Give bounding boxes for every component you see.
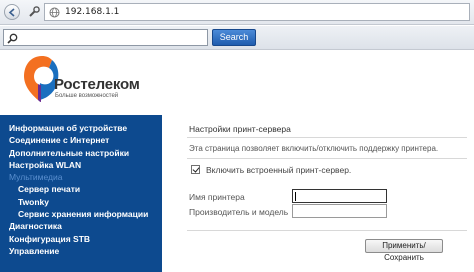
- manufacturer-label: Производитель и модель: [189, 207, 289, 217]
- sidebar-item-twonky[interactable]: Twonky: [0, 196, 162, 208]
- tools-icon[interactable]: [27, 5, 41, 19]
- page-title: Настройки принт-сервера: [189, 124, 291, 134]
- sidebar: Информация об устройстве Соединение с Ин…: [0, 115, 162, 272]
- page-description: Эта страница позволяет включить/отключит…: [189, 144, 439, 153]
- logo-name: Ростелеком: [54, 76, 140, 93]
- manufacturer-input[interactable]: [292, 204, 387, 218]
- sidebar-item-multimedia[interactable]: Мультимедиа: [0, 171, 162, 183]
- browser-address-bar: 192.168.1.1: [0, 0, 474, 25]
- divider: [187, 137, 467, 138]
- url-field[interactable]: 192.168.1.1: [44, 3, 470, 21]
- sidebar-item-storage[interactable]: Сервис хранения информации: [0, 208, 162, 220]
- sidebar-item-diagnostics[interactable]: Диагностика: [0, 220, 162, 232]
- apply-save-button[interactable]: Применить/Сохранить: [365, 239, 443, 262]
- main-content: Настройки принт-сервера Эта страница поз…: [163, 115, 474, 272]
- url-text: 192.168.1.1: [65, 7, 120, 17]
- divider: [187, 230, 467, 231]
- sidebar-item-device-info[interactable]: Информация об устройстве: [0, 122, 162, 134]
- back-button[interactable]: [4, 4, 20, 20]
- search-button[interactable]: Search: [212, 29, 256, 46]
- enable-print-server-checkbox[interactable]: [191, 165, 200, 174]
- back-arrow-icon: [8, 8, 15, 17]
- text-caret: [295, 192, 296, 201]
- sidebar-item-advanced[interactable]: Дополнительные настройки: [0, 147, 162, 159]
- globe-icon: [49, 7, 60, 18]
- divider: [187, 158, 467, 159]
- printer-name-input[interactable]: [292, 189, 387, 203]
- printer-name-label: Имя принтера: [189, 192, 245, 202]
- rostelecom-logo: Ростелеком Больше возможностей: [22, 54, 172, 108]
- sidebar-item-management[interactable]: Управление: [0, 245, 162, 257]
- logo-tagline: Больше возможностей: [55, 93, 119, 99]
- sidebar-item-internet[interactable]: Соединение с Интернет: [0, 134, 162, 146]
- sidebar-item-stb[interactable]: Конфигурация STB: [0, 233, 162, 245]
- search-input[interactable]: [3, 29, 208, 46]
- browser-search-bar: Search: [0, 26, 474, 50]
- enable-print-server-label: Включить встроенный принт-сервер.: [206, 165, 352, 175]
- sidebar-item-print-server[interactable]: Сервер печати: [0, 183, 162, 195]
- sidebar-item-wlan[interactable]: Настройка WLAN: [0, 159, 162, 171]
- search-icon: [7, 33, 18, 44]
